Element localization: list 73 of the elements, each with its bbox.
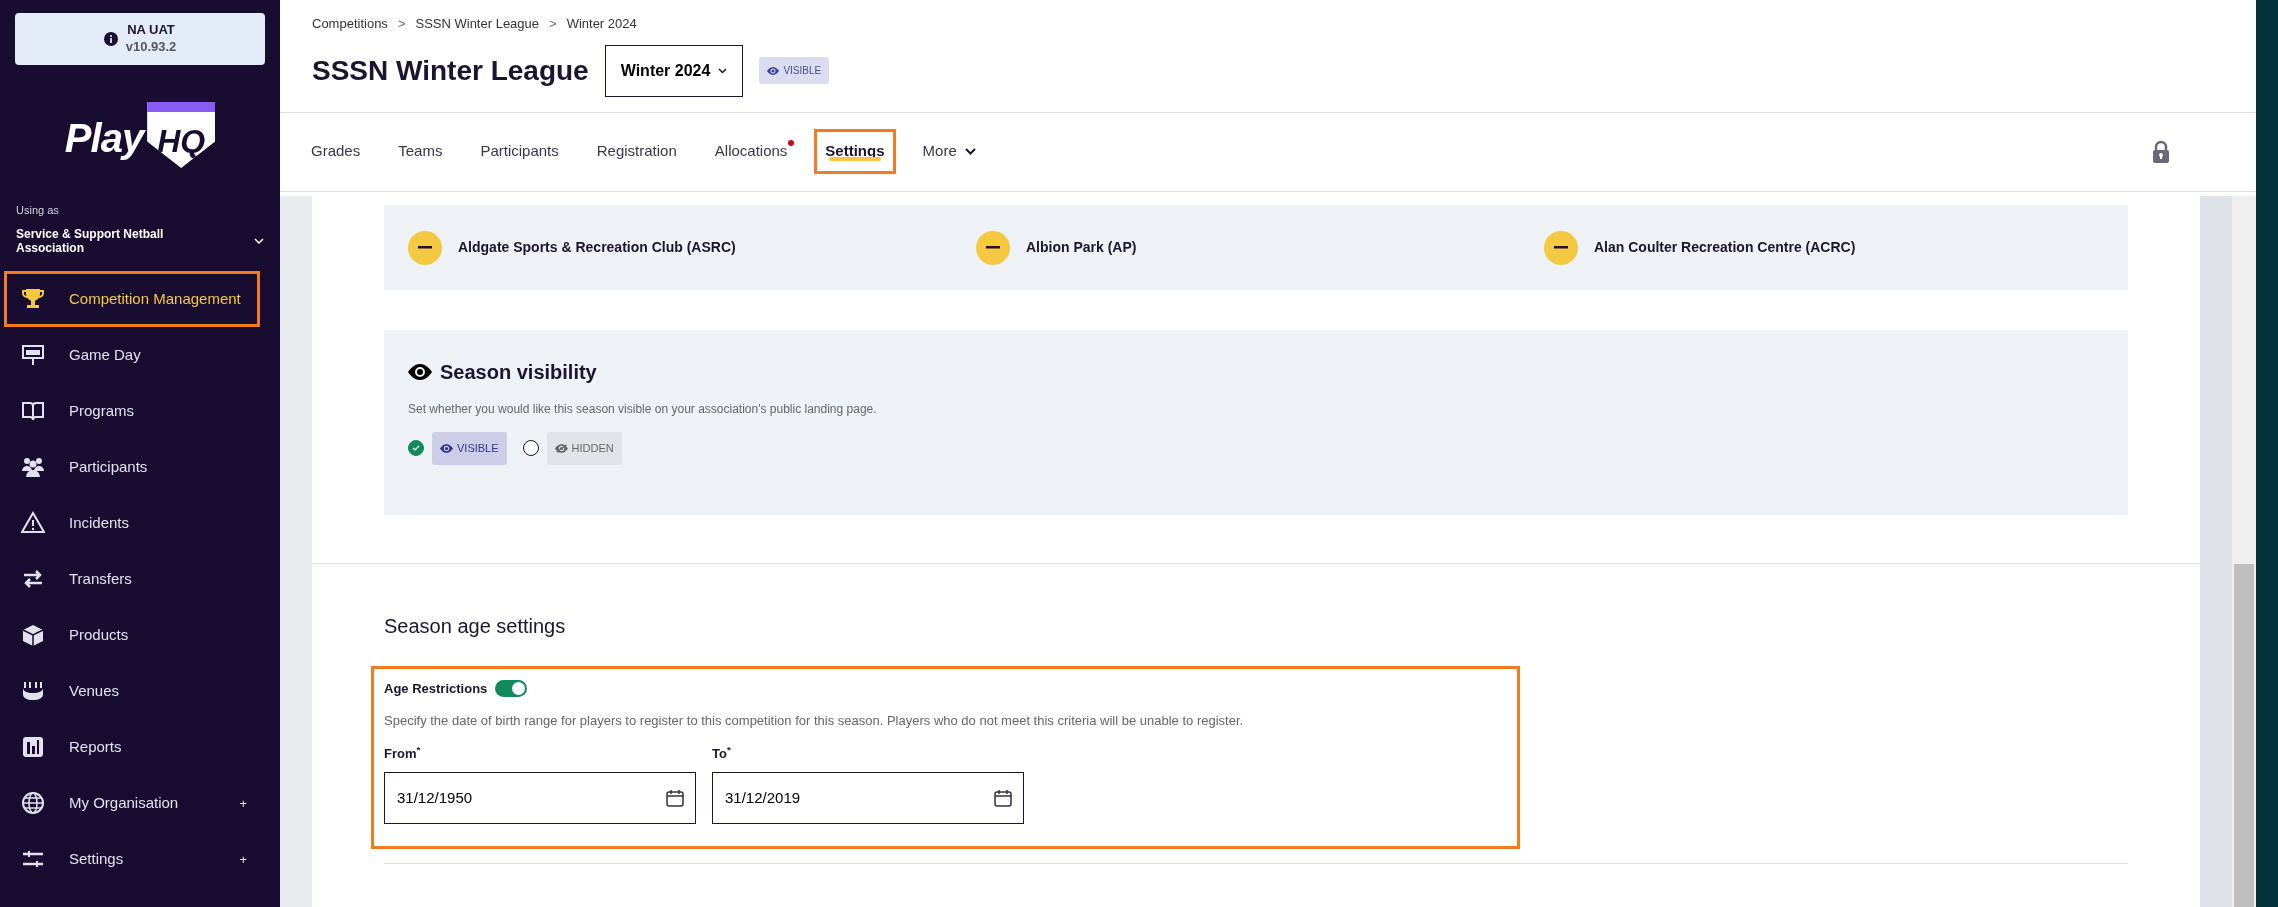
chevron-down-icon [964, 148, 976, 155]
status-badge: VISIBLE [759, 57, 830, 84]
breadcrumb-link[interactable]: Winter 2024 [566, 14, 637, 34]
visibility-option[interactable]: HIDDEN [546, 432, 622, 465]
nav-item[interactable]: Programs [4, 383, 260, 440]
breadcrumb-separator: > [396, 15, 407, 33]
nav-item[interactable]: Participants [4, 439, 260, 496]
date-field[interactable]: 31/12/1950 [384, 771, 696, 824]
tab[interactable]: More [911, 129, 987, 174]
breadcrumb-link[interactable]: SSSN Winter League [415, 14, 540, 34]
eye-icon [440, 443, 453, 453]
minus-circle-icon[interactable] [976, 230, 1010, 265]
lock-icon[interactable] [2152, 139, 2170, 164]
nav-item[interactable]: Venues [4, 663, 260, 720]
tab[interactable]: Allocations [703, 129, 799, 174]
toggle-switch[interactable] [495, 680, 528, 698]
nav-item[interactable]: Incidents [4, 495, 260, 552]
section-description: Set whether you would like this season visible on your association's public landing page. [408, 401, 878, 418]
club-name: Alan Coulter Recreation Centre (ACRC) [1594, 238, 1856, 257]
club-name: Albion Park (AP) [1026, 238, 1137, 257]
eye-slash-icon [554, 443, 568, 453]
nav-item[interactable]: Competition Management [4, 271, 260, 328]
logo-shield: HQ [147, 102, 216, 168]
calendar-icon[interactable] [666, 788, 684, 807]
chevron-down-icon [718, 67, 728, 74]
breadcrumb-link[interactable]: Competitions [312, 14, 388, 34]
minus-circle-icon[interactable] [408, 230, 442, 265]
visibility-option[interactable]: VISIBLE [432, 432, 507, 465]
toggle-label: Age Restrictions [384, 680, 488, 698]
field-label: From$^{*}$ [384, 744, 422, 763]
tab[interactable]: Participants [469, 129, 570, 174]
organisation-name: Service & Support Netball Association [16, 226, 165, 256]
field-label: To$^{*}$ [712, 744, 732, 763]
nav-item[interactable]: My Organisation + [4, 775, 260, 832]
nav-item[interactable]: Settings + [4, 831, 260, 888]
scrollbar[interactable] [2232, 196, 2256, 907]
environment-name: NA UAT [126, 22, 176, 39]
chevron-down-icon[interactable] [254, 237, 264, 244]
date-field[interactable]: 31/12/2019 [712, 771, 1024, 824]
checkmark-icon [412, 445, 420, 452]
breadcrumb-separator: > [548, 15, 558, 33]
section-description: Specify the date of birth range for players to register to this competition for this season. Players who do not meet this criteria will be unable to register. [384, 711, 1245, 730]
radio-button[interactable] [408, 440, 424, 457]
eye-icon [408, 364, 432, 380]
tab[interactable]: Teams [387, 129, 454, 174]
people-icon [21, 455, 45, 480]
page-title: SSSN Winter League [312, 53, 589, 88]
bar-chart-icon [21, 735, 45, 760]
radio-button[interactable] [522, 440, 539, 457]
notification-dot [788, 140, 795, 147]
globe-icon [21, 791, 45, 816]
tab[interactable]: Grades [300, 129, 372, 174]
nav-item[interactable]: Products [4, 607, 260, 664]
expand-toggle[interactable]: + [239, 793, 247, 814]
section-title: Season age settings [384, 614, 567, 638]
logo-wordmark: Play [64, 115, 144, 162]
version-text: v10.93.2 [125, 39, 177, 56]
calendar-icon[interactable] [994, 788, 1012, 807]
expand-toggle[interactable]: + [239, 849, 247, 870]
section-title: Season visibility [440, 360, 597, 384]
nav-item[interactable]: Reports [4, 719, 260, 776]
warning-icon [21, 511, 45, 536]
scoreboard-icon [21, 343, 45, 368]
tab[interactable]: Registration [585, 129, 688, 174]
package-icon [21, 623, 45, 648]
using-as-label: Using as [16, 203, 60, 218]
nav-item[interactable]: Transfers [4, 551, 260, 608]
minus-circle-icon[interactable] [1544, 230, 1578, 265]
info-icon [103, 32, 118, 46]
nav-item[interactable]: Game Day [4, 327, 260, 384]
season-dropdown[interactable]: Winter 2024 [604, 44, 744, 97]
club-name: Aldgate Sports & Recreation Club (ASRC) [458, 238, 736, 257]
tab[interactable]: Settings [814, 129, 896, 174]
